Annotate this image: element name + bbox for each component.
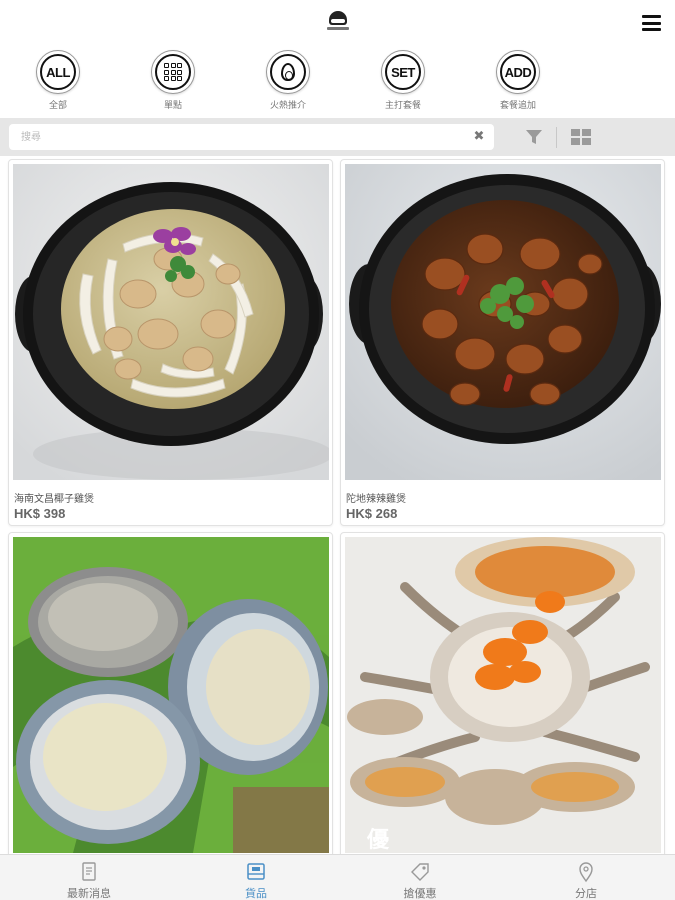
tag-icon xyxy=(409,861,431,883)
bottom-nav: 最新消息 貨品 搶優惠 分店 xyxy=(0,854,675,900)
nav-label: 分店 xyxy=(575,887,597,900)
product-image-spicy-chicken xyxy=(345,164,661,480)
grid-view-icon[interactable] xyxy=(571,129,591,145)
search-bar: ✖ xyxy=(0,118,675,156)
product-card[interactable]: 陀地辣辣雞煲 HK$ 268 xyxy=(340,159,665,526)
nav-label: 貨品 xyxy=(245,887,267,900)
news-icon xyxy=(78,861,100,883)
top-bar xyxy=(0,0,675,44)
filter-icon[interactable] xyxy=(525,129,543,145)
category-label: 單點 xyxy=(163,101,182,111)
product-price: HK$ 398 xyxy=(14,506,66,521)
product-image-coconut-chicken xyxy=(13,164,329,480)
nav-label: 搶優惠 xyxy=(403,887,437,900)
divider xyxy=(556,127,557,148)
category-all[interactable]: ALL 全部 xyxy=(8,50,108,111)
category-single[interactable]: 單點 xyxy=(123,50,223,111)
clear-icon[interactable]: ✖ xyxy=(473,130,485,144)
all-badge: ALL xyxy=(40,54,76,90)
product-card[interactable]: 優 xyxy=(340,532,665,854)
restaurant-logo-icon[interactable] xyxy=(327,9,349,35)
nav-label: 最新消息 xyxy=(67,887,111,900)
category-label: 火熱推介 xyxy=(269,101,306,111)
product-image-abalone xyxy=(13,537,329,853)
search-input[interactable] xyxy=(21,128,451,146)
nav-branches[interactable]: 分店 xyxy=(502,858,670,900)
hamburger-menu-icon[interactable] xyxy=(642,15,661,31)
category-hot[interactable]: 火熱推介 xyxy=(238,50,338,111)
app-root: ALL 全部 單點 火熱推介 SET 主打套餐 ADD 套餐追加 ✖ xyxy=(0,0,675,900)
category-add[interactable]: ADD 套餐追加 xyxy=(468,50,568,111)
product-card[interactable]: 海南文昌椰子雞煲 HK$ 398 xyxy=(8,159,333,526)
product-image-crab: 優 xyxy=(345,537,661,853)
products-icon xyxy=(245,861,267,883)
nav-offers[interactable]: 搶優惠 xyxy=(336,858,504,900)
flame-icon xyxy=(281,63,295,81)
product-name: 陀地辣辣雞煲 xyxy=(346,494,406,505)
category-set[interactable]: SET 主打套餐 xyxy=(353,50,453,111)
product-name: 海南文昌椰子雞煲 xyxy=(14,494,94,505)
set-badge: SET xyxy=(385,54,421,90)
category-bar: ALL 全部 單點 火熱推介 SET 主打套餐 ADD 套餐追加 xyxy=(0,50,675,116)
grid-icon xyxy=(164,63,182,81)
product-card[interactable] xyxy=(8,532,333,854)
image-watermark: 優 xyxy=(366,828,390,853)
search-box: ✖ xyxy=(9,124,494,150)
product-grid[interactable]: 海南文昌椰子雞煲 HK$ 398 陀地辣辣雞煲 HK$ 268 優 xyxy=(0,157,675,854)
nav-products[interactable]: 貨品 xyxy=(172,858,340,900)
category-label: 主打套餐 xyxy=(384,101,421,111)
category-label: 全部 xyxy=(48,101,67,111)
nav-news[interactable]: 最新消息 xyxy=(5,858,173,900)
location-pin-icon xyxy=(575,861,597,883)
category-label: 套餐追加 xyxy=(499,101,536,111)
add-badge: ADD xyxy=(500,54,536,90)
product-price: HK$ 268 xyxy=(346,506,398,521)
